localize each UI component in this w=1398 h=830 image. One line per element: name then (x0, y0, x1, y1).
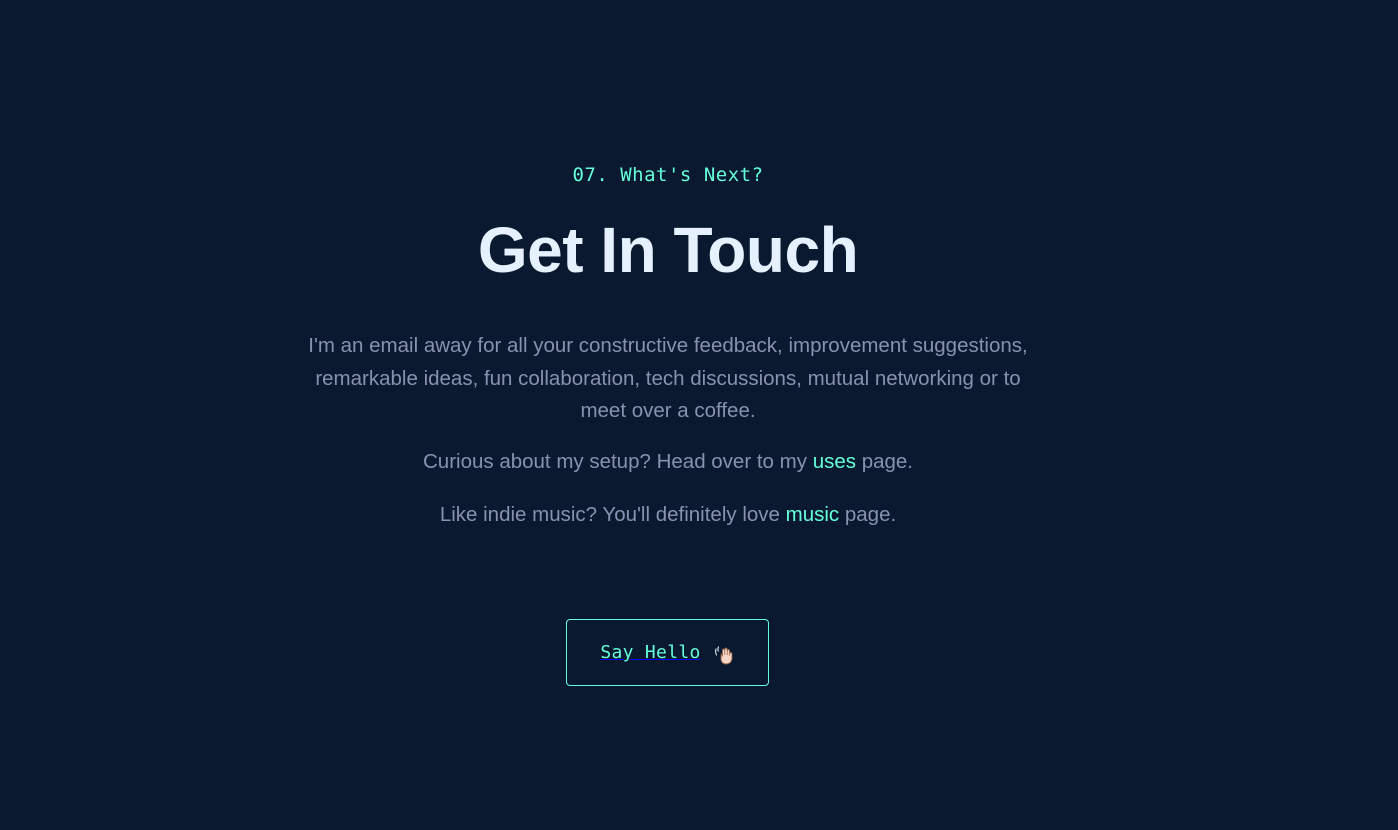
section-overline: 07. What's Next? (572, 164, 764, 186)
uses-link[interactable]: uses (813, 450, 856, 473)
music-link[interactable]: music (786, 503, 840, 526)
page-title: Get In Touch (477, 214, 859, 286)
music-prefix-text: Like indie music? You'll definitely love (439, 503, 786, 526)
setup-paragraph: Curious about my setup? Head over to my … (300, 446, 1036, 479)
music-suffix-text: page. (839, 503, 897, 526)
intro-paragraph: I'm an email away for all your construct… (308, 334, 1028, 422)
waving-hand-icon (713, 643, 735, 665)
say-hello-button[interactable]: Say Hello (566, 619, 769, 686)
music-paragraph: Like indie music? You'll definitely love… (300, 499, 1036, 532)
setup-prefix-text: Curious about my setup? Head over to my (422, 450, 813, 473)
contact-section: 07. What's Next? Get In Touch I'm an ema… (0, 0, 1398, 830)
setup-suffix-text: page. (856, 450, 913, 473)
say-hello-label: Say Hello (600, 642, 701, 663)
